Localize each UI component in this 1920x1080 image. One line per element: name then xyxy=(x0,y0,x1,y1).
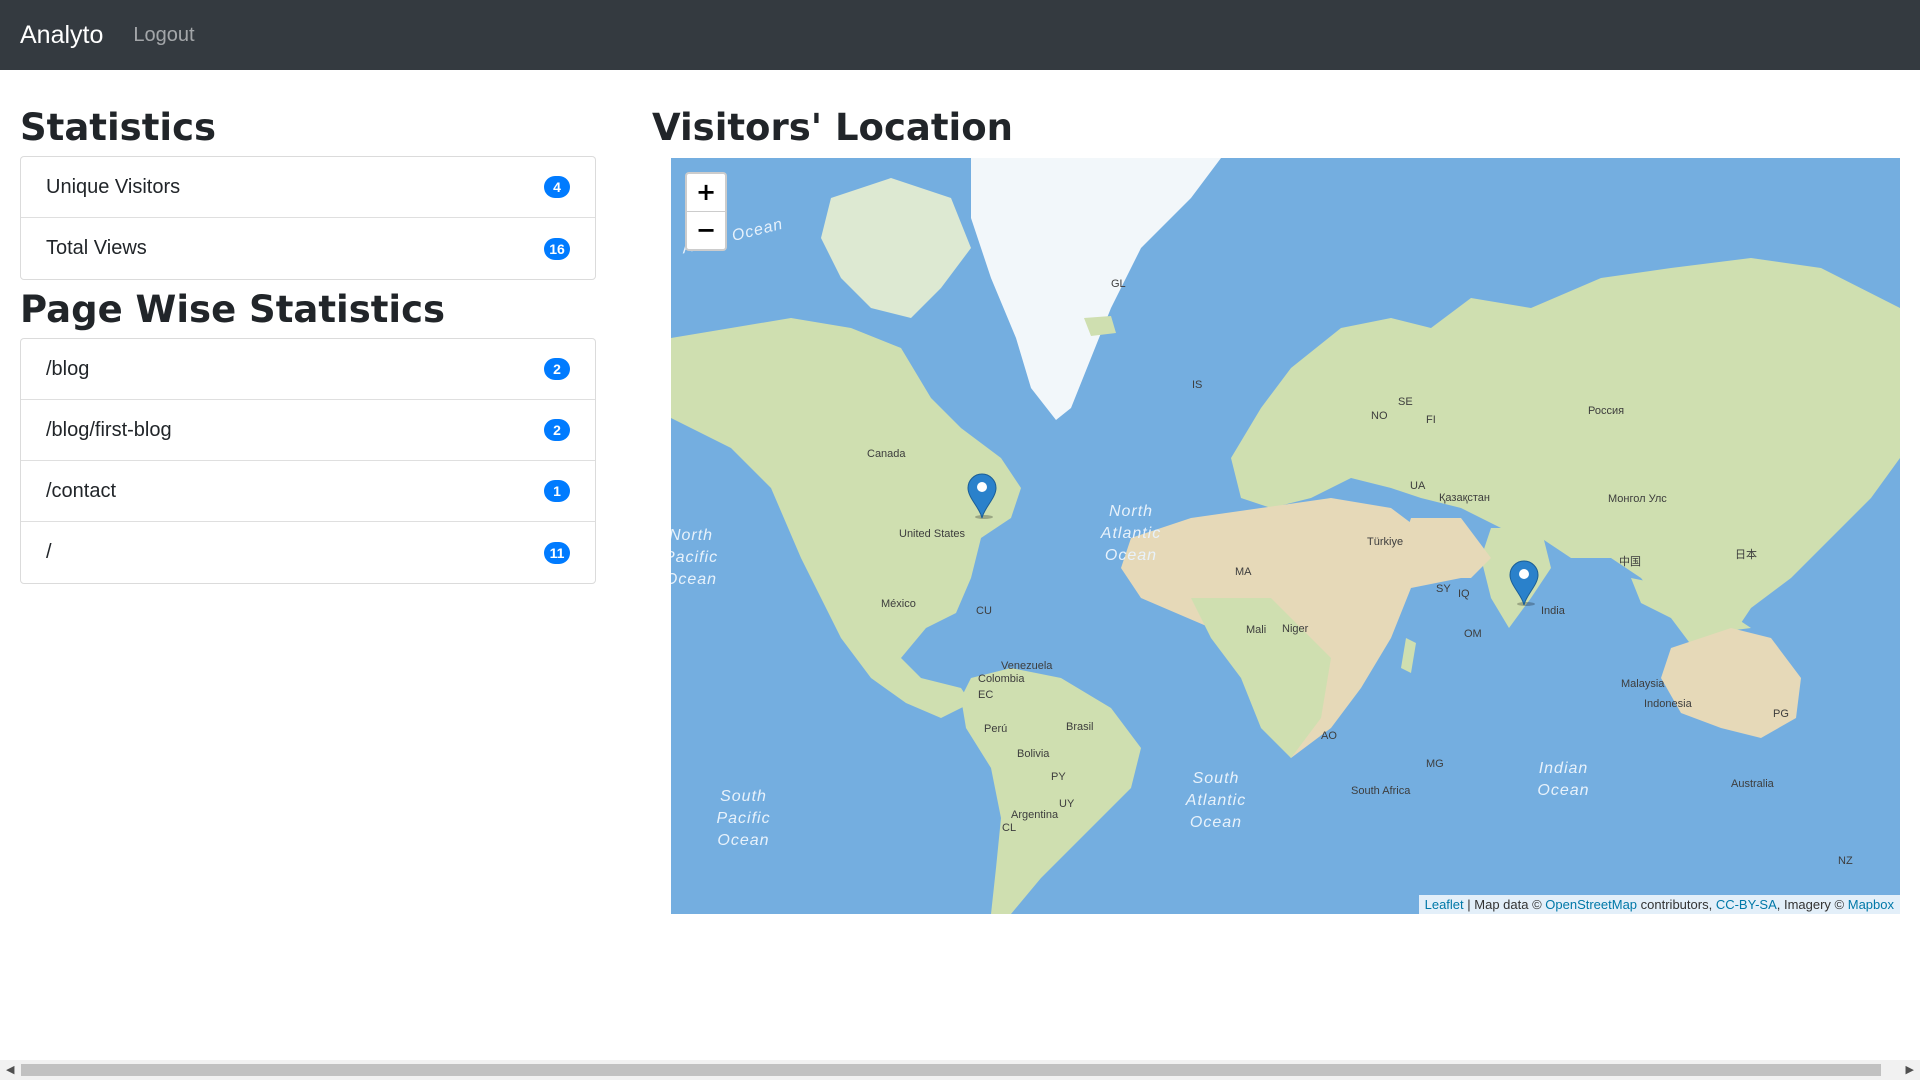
map-label: AO xyxy=(1321,730,1337,742)
list-item-label: /blog/first-blog xyxy=(46,418,172,441)
zoom-control: + − xyxy=(685,172,727,251)
map-label: Монгол Улс xyxy=(1608,493,1667,505)
map-label: PY xyxy=(1051,771,1066,783)
count-badge: 11 xyxy=(544,541,570,564)
page-wise-list: /blog 2 /blog/first-blog 2 /contact 1 / … xyxy=(20,338,596,584)
map-label: UY xyxy=(1059,798,1075,810)
map-label: Colombia xyxy=(978,673,1025,685)
map-label: India xyxy=(1541,605,1565,617)
map-label: IS xyxy=(1192,379,1203,391)
map-label: CU xyxy=(976,605,992,617)
map-label: SE xyxy=(1398,396,1413,408)
map-label: EC xyxy=(978,689,994,701)
location-marker-icon[interactable] xyxy=(967,473,997,519)
map-label: Venezuela xyxy=(1001,660,1053,672)
location-marker-icon[interactable] xyxy=(1509,560,1539,606)
count-badge: 2 xyxy=(544,358,570,380)
ocean-label: North Atlantic Ocean xyxy=(1100,503,1162,564)
map-title: Visitors' Location xyxy=(652,106,1013,149)
leaflet-link[interactable]: Leaflet xyxy=(1425,897,1464,912)
map-label: Malaysia xyxy=(1621,678,1665,690)
statistics-list: Unique Visitors 4 Total Views 16 xyxy=(20,156,596,280)
brand-logo[interactable]: Analyto xyxy=(20,21,103,50)
scroll-left-icon[interactable]: ◀ xyxy=(6,1063,14,1076)
page-wise-title: Page Wise Statistics xyxy=(20,288,446,331)
map-label: NO xyxy=(1371,410,1388,422)
map-label: Canada xyxy=(867,448,906,460)
count-badge: 1 xyxy=(544,480,570,502)
list-item-label: / xyxy=(46,541,52,563)
map-label: IQ xyxy=(1458,588,1470,600)
ocean-label: South Atlantic Ocean xyxy=(1185,770,1247,831)
map-label: South Africa xyxy=(1351,785,1411,797)
map-label: Perú xyxy=(984,723,1008,735)
list-item[interactable]: /blog/first-blog 2 xyxy=(21,400,595,461)
map-tiles xyxy=(671,158,1900,914)
ocean-label: South Pacific Ocean xyxy=(716,788,771,849)
map-label: Қазақстан xyxy=(1439,492,1490,504)
map-label: Mali xyxy=(1246,624,1267,636)
map-label: Türkiye xyxy=(1367,536,1404,548)
list-item[interactable]: /blog 2 xyxy=(21,339,595,400)
map-label: MG xyxy=(1426,758,1444,770)
map-label: Brasil xyxy=(1066,721,1094,733)
map-label: PG xyxy=(1773,708,1789,720)
map-label: México xyxy=(881,598,916,610)
mapbox-link[interactable]: Mapbox xyxy=(1848,897,1894,912)
map-label: 中国 xyxy=(1619,556,1641,568)
map-label: MA xyxy=(1235,566,1252,578)
ocean-label: Indian Ocean xyxy=(1537,760,1590,799)
list-item-label: Total Views xyxy=(46,237,147,259)
list-item[interactable]: /contact 1 xyxy=(21,461,595,522)
map-label: Argentina xyxy=(1011,809,1059,821)
zoom-in-button[interactable]: + xyxy=(687,174,725,212)
map-label: CL xyxy=(1002,822,1017,834)
count-badge: 16 xyxy=(544,237,570,260)
count-badge: 2 xyxy=(544,419,570,441)
list-item[interactable]: Unique Visitors 4 xyxy=(21,157,595,218)
horizontal-scrollbar[interactable]: ◀ ▶ xyxy=(0,1060,1920,1080)
logout-link[interactable]: Logout xyxy=(133,24,194,47)
zoom-out-button[interactable]: − xyxy=(687,212,725,249)
map-label: Australia xyxy=(1731,778,1774,790)
count-badge: 4 xyxy=(544,176,570,198)
map-label: Indonesia xyxy=(1644,698,1692,710)
map-label: Niger xyxy=(1282,623,1309,635)
map-label: GL xyxy=(1111,278,1126,290)
map-label: FI xyxy=(1426,414,1436,426)
scrollbar-thumb[interactable] xyxy=(21,1064,1881,1076)
statistics-title: Statistics xyxy=(20,106,217,149)
scroll-right-icon[interactable]: ▶ xyxy=(1906,1063,1914,1076)
attribution-text: , Imagery © xyxy=(1776,897,1848,912)
attribution-text: | Map data © xyxy=(1463,897,1546,912)
license-link[interactable]: CC-BY-SA xyxy=(1716,897,1777,912)
ocean-label: North Pacific Ocean xyxy=(671,527,719,588)
map-label: SY xyxy=(1436,583,1451,595)
map-label: NZ xyxy=(1838,855,1853,867)
map-label: Россия xyxy=(1588,405,1625,417)
world-map[interactable]: Arctic Ocean North Atlantic Ocean South … xyxy=(671,158,1900,914)
map-label: United States xyxy=(899,528,966,540)
map-label: UA xyxy=(1410,480,1426,492)
navbar: Analyto Logout xyxy=(0,0,1920,70)
list-item-label: /blog xyxy=(46,357,90,380)
list-item-label: Unique Visitors xyxy=(46,175,181,198)
map-label: 日本 xyxy=(1735,549,1757,561)
list-item[interactable]: / 11 xyxy=(21,522,595,583)
left-column: Statistics Unique Visitors 4 Total Views… xyxy=(20,100,596,584)
list-item-label: /contact xyxy=(46,479,117,502)
openstreetmap-link[interactable]: OpenStreetMap xyxy=(1545,897,1637,912)
map-attribution: Leaflet | Map data © OpenStreetMap contr… xyxy=(1418,895,1900,914)
map-label: OM xyxy=(1464,628,1482,640)
list-item[interactable]: Total Views 16 xyxy=(21,218,595,279)
map-label: Bolivia xyxy=(1017,748,1050,760)
attribution-text: contributors, xyxy=(1637,897,1716,912)
